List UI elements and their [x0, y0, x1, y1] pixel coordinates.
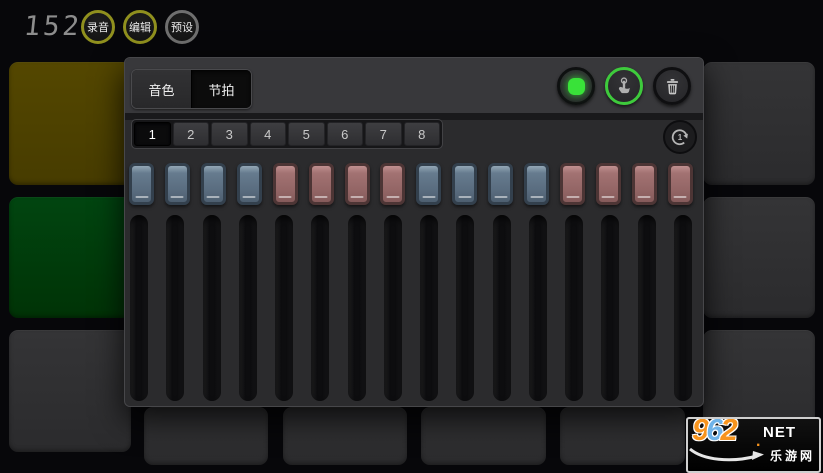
- page-button-5[interactable]: 5: [288, 122, 325, 146]
- drum-pad-bottom-4[interactable]: [560, 407, 685, 465]
- record-indicator-button[interactable]: [557, 67, 595, 105]
- velocity-slider-9[interactable]: [420, 215, 438, 401]
- velocity-slider-1[interactable]: [130, 215, 148, 401]
- watermark-digit: 9: [692, 417, 706, 447]
- clear-button[interactable]: [653, 67, 691, 105]
- tab-group: 音色 节拍: [131, 69, 252, 109]
- watermark-site-name: 乐游网: [770, 447, 815, 464]
- velocity-slider-6[interactable]: [311, 215, 329, 401]
- watermark-digit: 6: [706, 417, 720, 447]
- site-watermark: 962 . NET 乐游网: [686, 417, 821, 473]
- step-toggle-4[interactable]: [237, 163, 262, 205]
- step-toggle-5[interactable]: [273, 163, 298, 205]
- step-toggle-1[interactable]: [129, 163, 154, 205]
- preset-button[interactable]: 预设: [165, 10, 199, 44]
- record-button[interactable]: 录音: [81, 10, 115, 44]
- velocity-slider-3[interactable]: [203, 215, 221, 401]
- step-toggle-15[interactable]: [632, 163, 657, 205]
- velocity-slider-7[interactable]: [348, 215, 366, 401]
- velocity-slider-15[interactable]: [638, 215, 656, 401]
- preset-button-label: 预设: [171, 19, 193, 35]
- page-button-4[interactable]: 4: [250, 122, 287, 146]
- record-button-label: 录音: [87, 19, 109, 35]
- step-toggle-10[interactable]: [452, 163, 477, 205]
- drum-pad-right-2[interactable]: [703, 197, 815, 318]
- touch-icon: [614, 76, 634, 96]
- drum-pad-left-1[interactable]: [9, 62, 131, 185]
- step-toggle-11[interactable]: [488, 163, 513, 205]
- step-toggle-14[interactable]: [596, 163, 621, 205]
- record-dot-icon: [568, 78, 585, 95]
- velocity-slider-8[interactable]: [384, 215, 402, 401]
- watermark-suffix: NET: [763, 424, 796, 441]
- page-button-1[interactable]: 1: [134, 122, 171, 146]
- velocity-slider-2[interactable]: [166, 215, 184, 401]
- drum-pad-bottom-3[interactable]: [421, 407, 546, 465]
- page-button-8[interactable]: 8: [404, 122, 441, 146]
- drum-pad-right-1[interactable]: [703, 62, 815, 185]
- drum-pad-left-2[interactable]: [9, 197, 131, 318]
- drum-machine-app: { "colors": { "accent_green": "#39e239",…: [0, 0, 823, 463]
- tab-tone-label: 音色: [148, 80, 174, 99]
- step-toggle-row: [129, 163, 693, 205]
- tab-beat[interactable]: 节拍: [191, 70, 251, 108]
- step-toggle-2[interactable]: [165, 163, 190, 205]
- loop-once-button[interactable]: 1: [663, 120, 697, 154]
- step-toggle-6[interactable]: [309, 163, 334, 205]
- step-toggle-8[interactable]: [380, 163, 405, 205]
- touch-mode-button[interactable]: [605, 67, 643, 105]
- velocity-slider-14[interactable]: [601, 215, 619, 401]
- velocity-slider-4[interactable]: [239, 215, 257, 401]
- slider-row: [130, 215, 692, 401]
- page-button-7[interactable]: 7: [365, 122, 402, 146]
- velocity-slider-5[interactable]: [275, 215, 293, 401]
- edit-button-label: 编辑: [129, 19, 151, 35]
- step-toggle-13[interactable]: [560, 163, 585, 205]
- velocity-slider-16[interactable]: [674, 215, 692, 401]
- page-selector: 12345678: [131, 119, 443, 149]
- loop-count-label: 1: [678, 133, 682, 142]
- watermark-swoosh-icon: [689, 447, 767, 465]
- step-toggle-12[interactable]: [524, 163, 549, 205]
- watermark-digits: 962: [692, 417, 735, 448]
- page-button-3[interactable]: 3: [211, 122, 248, 146]
- tab-beat-label: 节拍: [208, 80, 234, 99]
- drum-pad-bottom-1[interactable]: [144, 407, 268, 465]
- edit-button[interactable]: 编辑: [123, 10, 157, 44]
- page-button-6[interactable]: 6: [327, 122, 364, 146]
- drum-pad-bottom-2[interactable]: [283, 407, 407, 465]
- velocity-slider-12[interactable]: [529, 215, 547, 401]
- drum-pad-left-3[interactable]: [9, 330, 131, 452]
- velocity-slider-10[interactable]: [456, 215, 474, 401]
- page-button-2[interactable]: 2: [173, 122, 210, 146]
- step-toggle-3[interactable]: [201, 163, 226, 205]
- trash-icon: [663, 77, 682, 96]
- bpm-display: 152: [22, 11, 83, 42]
- step-toggle-16[interactable]: [668, 163, 693, 205]
- sequencer-panel: 音色 节拍 12345678 1: [124, 57, 704, 407]
- step-toggle-7[interactable]: [345, 163, 370, 205]
- step-toggle-9[interactable]: [416, 163, 441, 205]
- velocity-slider-11[interactable]: [493, 215, 511, 401]
- watermark-digit: 2: [721, 417, 735, 447]
- velocity-slider-13[interactable]: [565, 215, 583, 401]
- tab-tone[interactable]: 音色: [132, 70, 191, 108]
